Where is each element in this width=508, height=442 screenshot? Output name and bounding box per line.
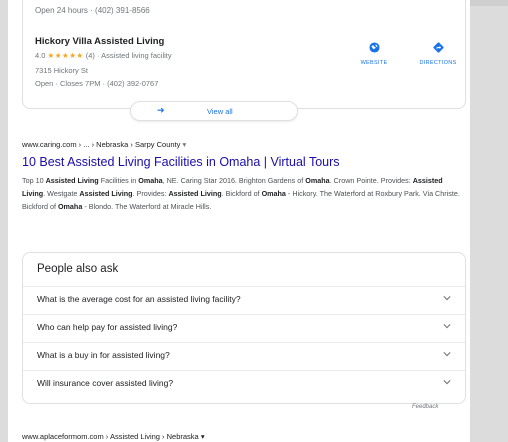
breadcrumb-text: www.caring.com › ... › Nebraska › Sarpy … bbox=[22, 140, 181, 149]
snippet-bold-term: Omaha bbox=[138, 176, 163, 185]
business-address: 7315 Hickory St bbox=[35, 66, 88, 75]
snippet-bold-term: Omaha bbox=[57, 202, 83, 211]
snippet-text: . Crown Pointe. Provides: bbox=[329, 176, 413, 185]
business-name[interactable]: Hickory Villa Assisted Living bbox=[35, 36, 164, 47]
chevron-down-icon bbox=[443, 296, 451, 301]
paa-question-text: What is the average cost for an assisted… bbox=[37, 294, 241, 304]
view-all-button[interactable]: ➜ View all bbox=[130, 101, 298, 121]
paa-question-3[interactable]: What is a buy in for assisted living? bbox=[23, 342, 465, 366]
feedback-link[interactable]: Feedback bbox=[412, 404, 438, 410]
snippet-bold-term: Assisted Living bbox=[79, 189, 133, 198]
chevron-down-icon bbox=[443, 324, 451, 329]
snippet-text: Facilities in bbox=[98, 176, 139, 185]
result-breadcrumb[interactable]: www.caring.com › ... › Nebraska › Sarpy … bbox=[22, 140, 462, 149]
paa-question-text: Who can help pay for assisted living? bbox=[37, 322, 178, 332]
arrow-right-icon: ➜ bbox=[157, 105, 165, 115]
snippet-bold-term: Assisted Living bbox=[168, 189, 222, 198]
result-title-link[interactable]: 10 Best Assisted Living Facilities in Om… bbox=[22, 155, 462, 169]
business-hours: Open · Closes 7PM · (402) 392-0767 bbox=[35, 79, 159, 88]
snippet-text: . Provides: bbox=[132, 189, 169, 198]
snippet-text: . Bickford of bbox=[221, 189, 262, 198]
search-result-caring: www.caring.com › ... › Nebraska › Sarpy … bbox=[22, 140, 462, 213]
chevron-down-icon[interactable]: ▾ bbox=[182, 140, 186, 149]
rating-value: 4.0 bbox=[35, 51, 46, 60]
website-button[interactable]: WEBSITE bbox=[348, 42, 400, 66]
review-count: (4) · Assisted living facility bbox=[85, 51, 172, 60]
directions-icon bbox=[432, 42, 444, 53]
people-also-ask-box: People also ask What is the average cost… bbox=[22, 252, 466, 404]
next-result-breadcrumb[interactable]: www.aplaceformom.com › Assisted Living ›… bbox=[22, 432, 205, 441]
snippet-text: - Blondo. The Waterford at Miracle Hills… bbox=[82, 202, 212, 211]
snippet-bold-term: Assisted Living bbox=[45, 176, 99, 185]
snippet-text: . Westgate bbox=[43, 189, 80, 198]
previous-listing-hours: Open 24 hours · (402) 391-8566 bbox=[35, 6, 150, 15]
chevron-down-icon[interactable]: ▾ bbox=[201, 432, 205, 441]
rating-line: 4.0 ★★★★★ (4) · Assisted living facility bbox=[35, 51, 172, 60]
local-results-card: Open 24 hours · (402) 391-8566 Hickory V… bbox=[22, 0, 466, 109]
snippet-text: , NE. Caring Star 2016. Brighton Gardens… bbox=[162, 176, 306, 185]
paa-question-1[interactable]: What is the average cost for an assisted… bbox=[23, 286, 465, 310]
view-all-label: View all bbox=[207, 107, 233, 116]
snippet-bold-term: Omaha bbox=[261, 189, 286, 198]
paa-question-2[interactable]: Who can help pay for assisted living? bbox=[23, 314, 465, 338]
chevron-down-icon bbox=[443, 380, 451, 385]
chevron-down-icon bbox=[443, 352, 451, 357]
directions-label: DIRECTIONS bbox=[419, 60, 457, 66]
snippet-text: Top 10 bbox=[22, 176, 46, 185]
paa-question-text: What is a buy in for assisted living? bbox=[37, 350, 170, 360]
globe-icon bbox=[368, 42, 380, 53]
people-also-ask-title: People also ask bbox=[37, 263, 119, 275]
result-snippet: Top 10 Assisted Living Facilities in Oma… bbox=[22, 174, 462, 213]
paa-question-4[interactable]: Will insurance cover assisted living? bbox=[23, 370, 465, 394]
search-results-page: Open 24 hours · (402) 391-8566 Hickory V… bbox=[8, 0, 470, 442]
star-rating-icon: ★★★★★ bbox=[47, 51, 84, 60]
directions-button[interactable]: DIRECTIONS bbox=[412, 42, 464, 66]
snippet-bold-term: Omaha bbox=[305, 176, 330, 185]
website-label: WEBSITE bbox=[360, 60, 388, 66]
next-result-url: www.aplaceformom.com › Assisted Living ›… bbox=[22, 432, 199, 441]
paa-question-text: Will insurance cover assisted living? bbox=[37, 378, 174, 388]
